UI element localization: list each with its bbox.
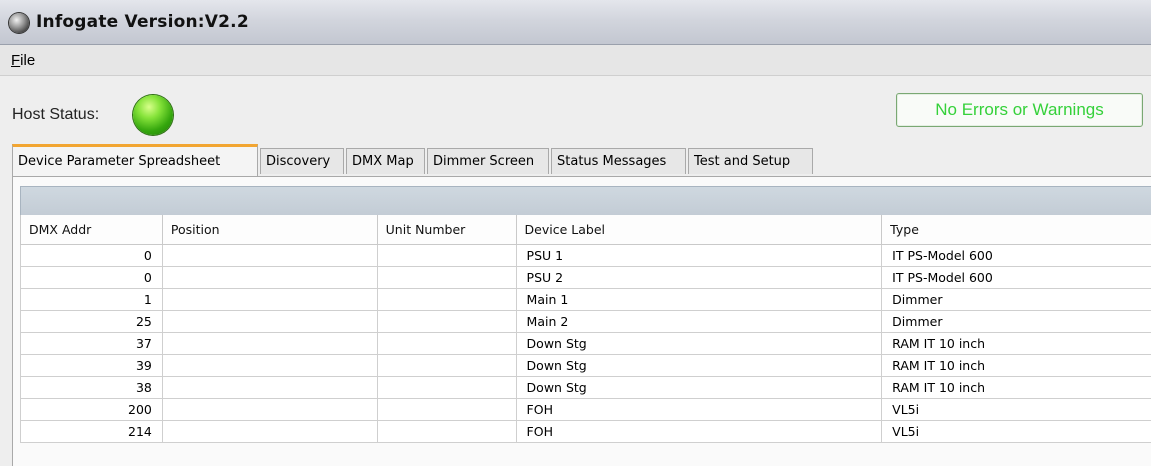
cell-unit-number[interactable] bbox=[377, 311, 516, 333]
cell-device-label[interactable]: Main 1 bbox=[516, 289, 882, 311]
tab-discovery[interactable]: Discovery bbox=[260, 148, 344, 174]
host-status-indicator-icon bbox=[133, 95, 173, 135]
cell-dmx-addr[interactable]: 200 bbox=[21, 399, 163, 421]
cell-device-label[interactable]: PSU 1 bbox=[516, 245, 882, 267]
cell-unit-number[interactable] bbox=[377, 377, 516, 399]
table-row[interactable]: 214 FOHVL5i bbox=[21, 421, 1151, 443]
menu-file[interactable]: File bbox=[11, 52, 35, 69]
title-bar: Infogate Version:V2.2 bbox=[0, 0, 1151, 45]
cell-dmx-addr[interactable]: 37 bbox=[21, 333, 163, 355]
cell-type[interactable]: Dimmer bbox=[882, 311, 1151, 333]
table-header-row: DMX Addr Position Unit Number Device Lab… bbox=[21, 215, 1151, 245]
table-row[interactable]: 38 Down StgRAM IT 10 inch bbox=[21, 377, 1151, 399]
table-row[interactable]: 1 Main 1Dimmer bbox=[21, 289, 1151, 311]
cell-unit-number[interactable] bbox=[377, 421, 516, 443]
column-header-type[interactable]: Type bbox=[882, 215, 1151, 245]
cell-type[interactable]: VL5i bbox=[882, 399, 1151, 421]
cell-position[interactable] bbox=[162, 421, 377, 443]
column-header-dmx-addr[interactable]: DMX Addr bbox=[21, 215, 163, 245]
tab-device-parameter-spreadsheet[interactable]: Device Parameter Spreadsheet bbox=[12, 144, 258, 176]
cell-type[interactable]: IT PS-Model 600 bbox=[882, 267, 1151, 289]
tab-dmx-map[interactable]: DMX Map bbox=[346, 148, 425, 174]
cell-position[interactable] bbox=[162, 289, 377, 311]
cell-unit-number[interactable] bbox=[377, 399, 516, 421]
globe-icon bbox=[9, 13, 29, 33]
cell-dmx-addr[interactable]: 0 bbox=[21, 267, 163, 289]
cell-dmx-addr[interactable]: 38 bbox=[21, 377, 163, 399]
table-row[interactable]: 25 Main 2Dimmer bbox=[21, 311, 1151, 333]
cell-device-label[interactable]: FOH bbox=[516, 399, 882, 421]
cell-type[interactable]: RAM IT 10 inch bbox=[882, 333, 1151, 355]
table-row[interactable]: 200 FOHVL5i bbox=[21, 399, 1151, 421]
cell-type[interactable]: IT PS-Model 600 bbox=[882, 245, 1151, 267]
table-row[interactable]: 37 Down StgRAM IT 10 inch bbox=[21, 333, 1151, 355]
column-header-unit-number[interactable]: Unit Number bbox=[377, 215, 516, 245]
cell-dmx-addr[interactable]: 39 bbox=[21, 355, 163, 377]
cell-position[interactable] bbox=[162, 333, 377, 355]
menu-bar: File bbox=[0, 45, 1151, 76]
device-parameter-table: DMX Addr Position Unit Number Device Lab… bbox=[20, 215, 1151, 443]
cell-device-label[interactable]: Down Stg bbox=[516, 355, 882, 377]
status-message-box: No Errors or Warnings bbox=[896, 93, 1143, 127]
cell-device-label[interactable]: Down Stg bbox=[516, 377, 882, 399]
table-row[interactable]: 0 PSU 2IT PS-Model 600 bbox=[21, 267, 1151, 289]
cell-dmx-addr[interactable]: 25 bbox=[21, 311, 163, 333]
cell-dmx-addr[interactable]: 1 bbox=[21, 289, 163, 311]
cell-dmx-addr[interactable]: 214 bbox=[21, 421, 163, 443]
cell-unit-number[interactable] bbox=[377, 267, 516, 289]
cell-device-label[interactable]: FOH bbox=[516, 421, 882, 443]
cell-unit-number[interactable] bbox=[377, 289, 516, 311]
column-header-device-label[interactable]: Device Label bbox=[516, 215, 882, 245]
tab-status-messages[interactable]: Status Messages bbox=[551, 148, 686, 174]
spreadsheet-panel: DMX Addr Position Unit Number Device Lab… bbox=[12, 176, 1151, 466]
cell-type[interactable]: RAM IT 10 inch bbox=[882, 377, 1151, 399]
cell-dmx-addr[interactable]: 0 bbox=[21, 245, 163, 267]
tab-dimmer-screen[interactable]: Dimmer Screen bbox=[427, 148, 549, 174]
cell-unit-number[interactable] bbox=[377, 333, 516, 355]
cell-position[interactable] bbox=[162, 377, 377, 399]
cell-device-label[interactable]: PSU 2 bbox=[516, 267, 882, 289]
column-header-position[interactable]: Position bbox=[162, 215, 377, 245]
table-row[interactable]: 39 Down StgRAM IT 10 inch bbox=[21, 355, 1151, 377]
table-row[interactable]: 0 PSU 1IT PS-Model 600 bbox=[21, 245, 1151, 267]
cell-position[interactable] bbox=[162, 245, 377, 267]
cell-type[interactable]: RAM IT 10 inch bbox=[882, 355, 1151, 377]
grid-toolbar bbox=[20, 186, 1151, 216]
host-status-label: Host Status: bbox=[12, 106, 99, 124]
cell-position[interactable] bbox=[162, 399, 377, 421]
tab-test-and-setup[interactable]: Test and Setup bbox=[688, 148, 813, 174]
cell-device-label[interactable]: Down Stg bbox=[516, 333, 882, 355]
window-title: Infogate Version:V2.2 bbox=[36, 12, 249, 32]
cell-type[interactable]: VL5i bbox=[882, 421, 1151, 443]
cell-device-label[interactable]: Main 2 bbox=[516, 311, 882, 333]
cell-unit-number[interactable] bbox=[377, 355, 516, 377]
cell-position[interactable] bbox=[162, 267, 377, 289]
cell-position[interactable] bbox=[162, 355, 377, 377]
cell-unit-number[interactable] bbox=[377, 245, 516, 267]
cell-position[interactable] bbox=[162, 311, 377, 333]
cell-type[interactable]: Dimmer bbox=[882, 289, 1151, 311]
